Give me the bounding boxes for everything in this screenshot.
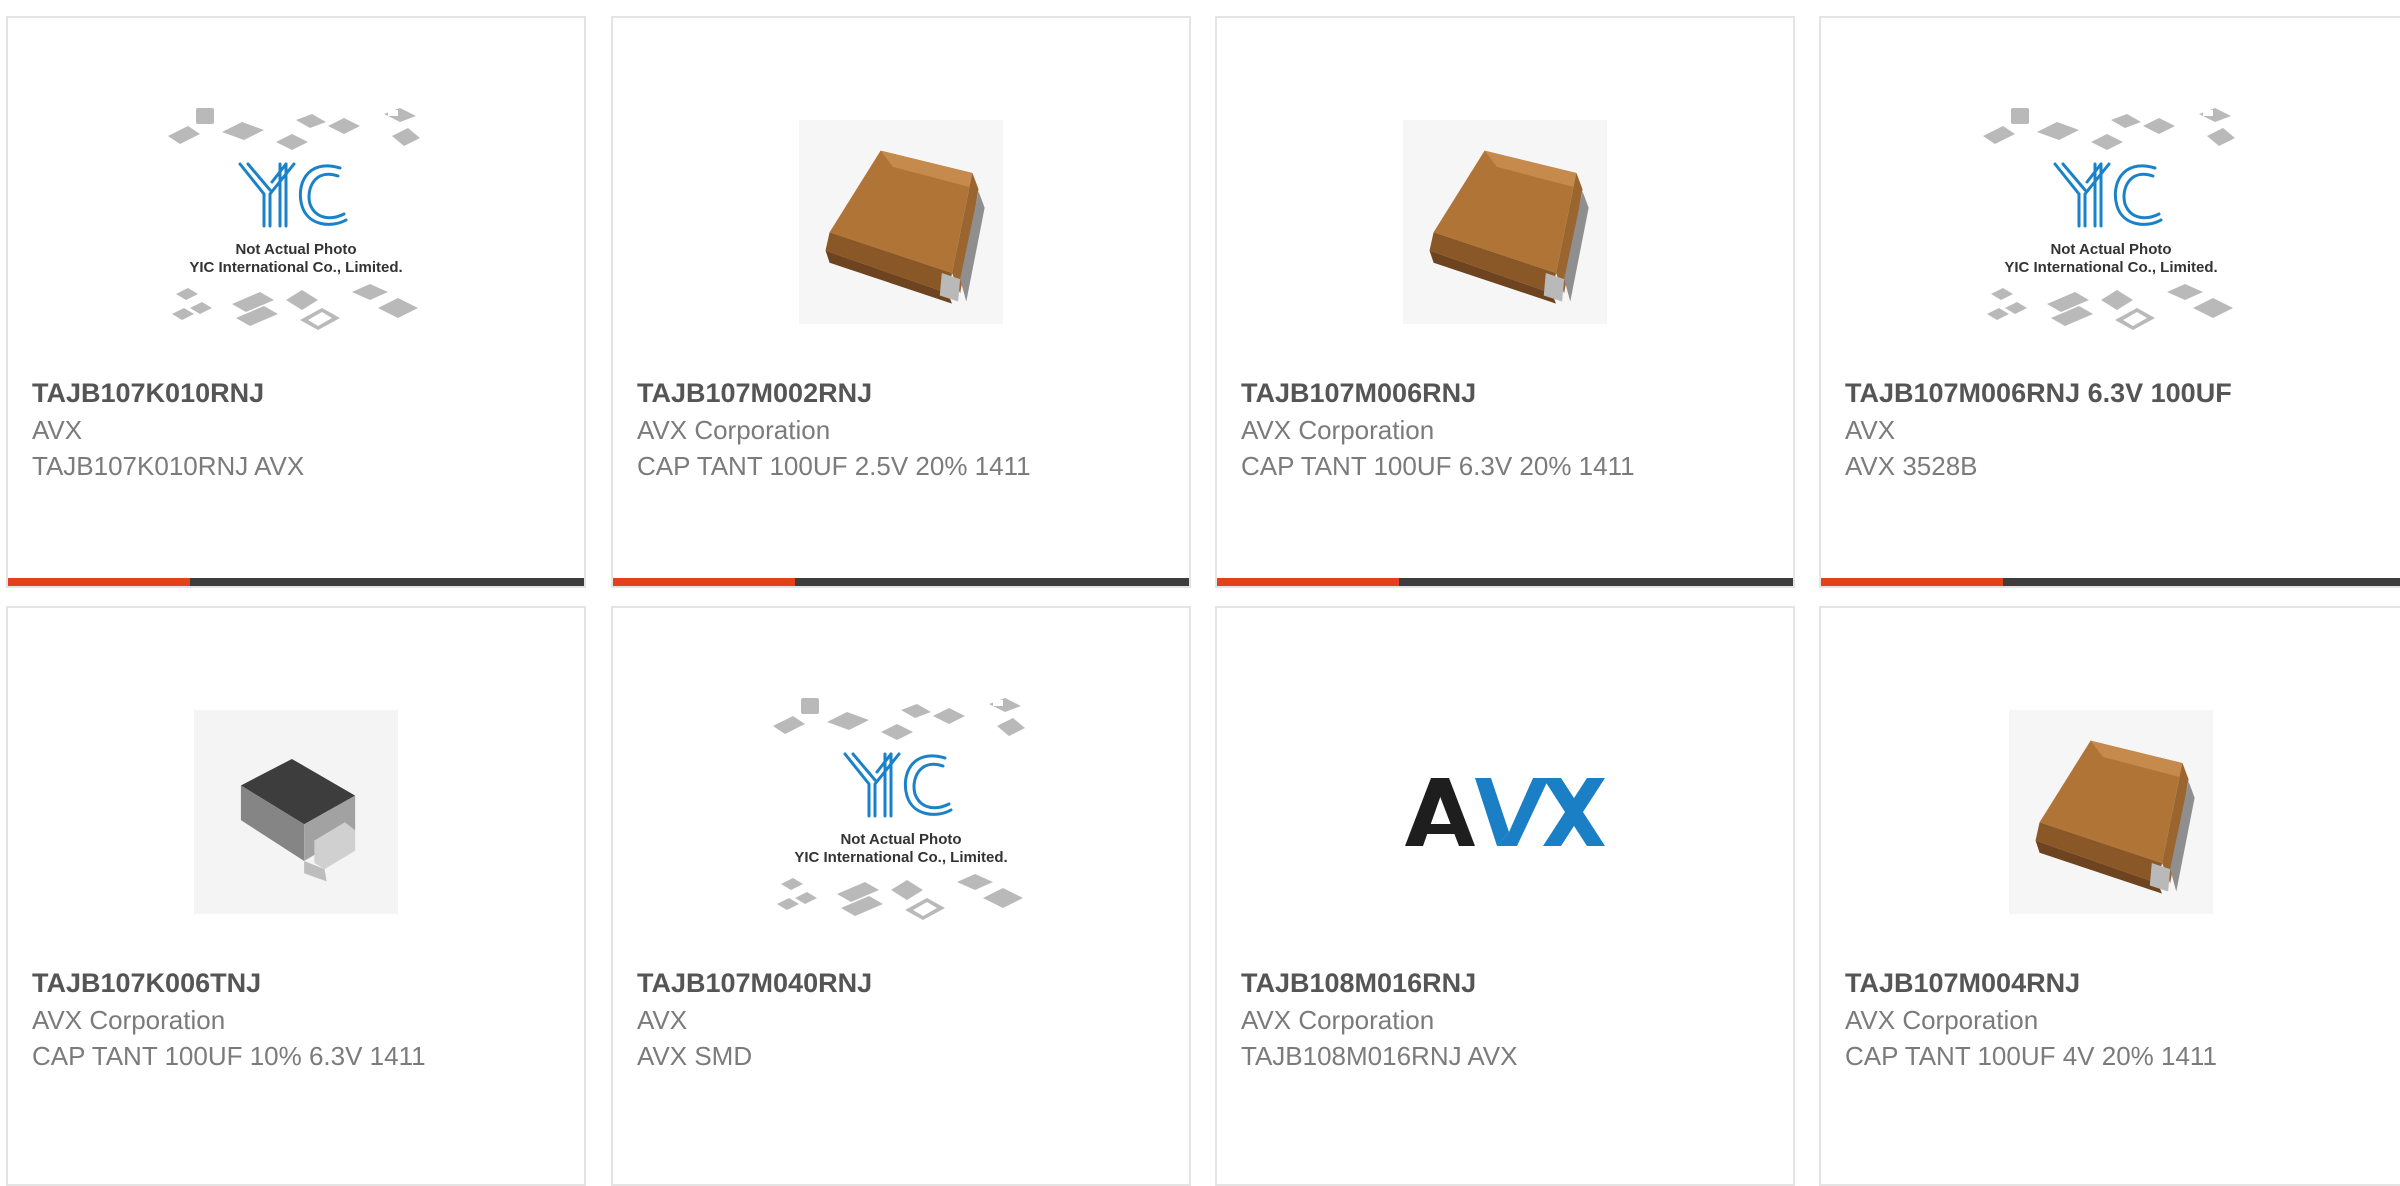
- description: CAP TANT 100UF 4V 20% 1411: [1845, 1041, 2217, 1071]
- description: CAP TANT 100UF 6.3V 20% 1411: [1241, 451, 1635, 481]
- description: CAP TANT 100UF 10% 6.3V 1411: [32, 1041, 426, 1071]
- part-number[interactable]: TAJB107M040RNJ: [637, 964, 1169, 1002]
- manufacturer: AVX: [1845, 415, 1896, 445]
- product-card[interactable]: TAJB107M006RNJ 6.3V 100UF AVX AVX 3528B: [1819, 16, 2400, 588]
- manufacturer: AVX Corporation: [1241, 415, 1435, 445]
- manufacturer: AVX Corporation: [637, 415, 831, 445]
- part-number[interactable]: TAJB107M002RNJ: [637, 374, 1169, 412]
- product-card[interactable]: TAJB107K006TNJ AVX Corporation CAP TANT …: [6, 606, 586, 1186]
- manufacturer: AVX Corporation: [1845, 1005, 2039, 1035]
- description: TAJB108M016RNJ AVX: [1241, 1041, 1518, 1071]
- card-bottom-bar: [1821, 578, 2400, 586]
- yic-placeholder-image: [761, 692, 1041, 932]
- product-grid: TAJB107K010RNJ AVX TAJB107K010RNJ AVX TA…: [0, 0, 2400, 1186]
- product-card[interactable]: TAJB107K010RNJ AVX TAJB107K010RNJ AVX: [6, 16, 586, 588]
- product-card[interactable]: TAJB107M040RNJ AVX AVX SMD: [611, 606, 1191, 1186]
- description: TAJB107K010RNJ AVX: [32, 451, 305, 481]
- smd-component-image: [194, 710, 398, 914]
- card-bottom-bar: [8, 578, 584, 586]
- card-accent-bar: [1217, 578, 1399, 586]
- product-card[interactable]: TAJB107M006RNJ AVX Corporation CAP TANT …: [1215, 16, 1795, 588]
- yic-placeholder-image: [1971, 102, 2251, 342]
- description: AVX 3528B: [1845, 451, 1978, 481]
- product-card[interactable]: TAJB107M002RNJ AVX Corporation CAP TANT …: [611, 16, 1191, 588]
- card-bottom-bar: [613, 578, 1189, 586]
- part-number[interactable]: TAJB107M006RNJ: [1241, 374, 1773, 412]
- card-accent-bar: [613, 578, 795, 586]
- product-card[interactable]: TAJB108M016RNJ AVX Corporation TAJB108M0…: [1215, 606, 1795, 1186]
- product-card[interactable]: TAJB107M004RNJ AVX Corporation CAP TANT …: [1819, 606, 2400, 1186]
- tantalum-capacitor-image: [799, 120, 1003, 324]
- yic-placeholder-image: [156, 102, 436, 342]
- manufacturer: AVX Corporation: [1241, 1005, 1435, 1035]
- avx-logo-image: [1405, 778, 1605, 846]
- part-number[interactable]: TAJB108M016RNJ: [1241, 964, 1773, 1002]
- part-number[interactable]: TAJB107K010RNJ: [32, 374, 564, 412]
- tantalum-capacitor-image: [2009, 710, 2213, 914]
- part-number[interactable]: TAJB107M006RNJ 6.3V 100UF: [1845, 374, 2380, 412]
- part-number[interactable]: TAJB107K006TNJ: [32, 964, 564, 1002]
- description: AVX SMD: [637, 1041, 753, 1071]
- part-number[interactable]: TAJB107M004RNJ: [1845, 964, 2380, 1002]
- manufacturer: AVX: [637, 1005, 688, 1035]
- card-accent-bar: [1821, 578, 2003, 586]
- card-accent-bar: [8, 578, 190, 586]
- card-bottom-bar: [1217, 578, 1793, 586]
- manufacturer: AVX Corporation: [32, 1005, 226, 1035]
- description: CAP TANT 100UF 2.5V 20% 1411: [637, 451, 1031, 481]
- manufacturer: AVX: [32, 415, 83, 445]
- tantalum-capacitor-image: [1403, 120, 1607, 324]
